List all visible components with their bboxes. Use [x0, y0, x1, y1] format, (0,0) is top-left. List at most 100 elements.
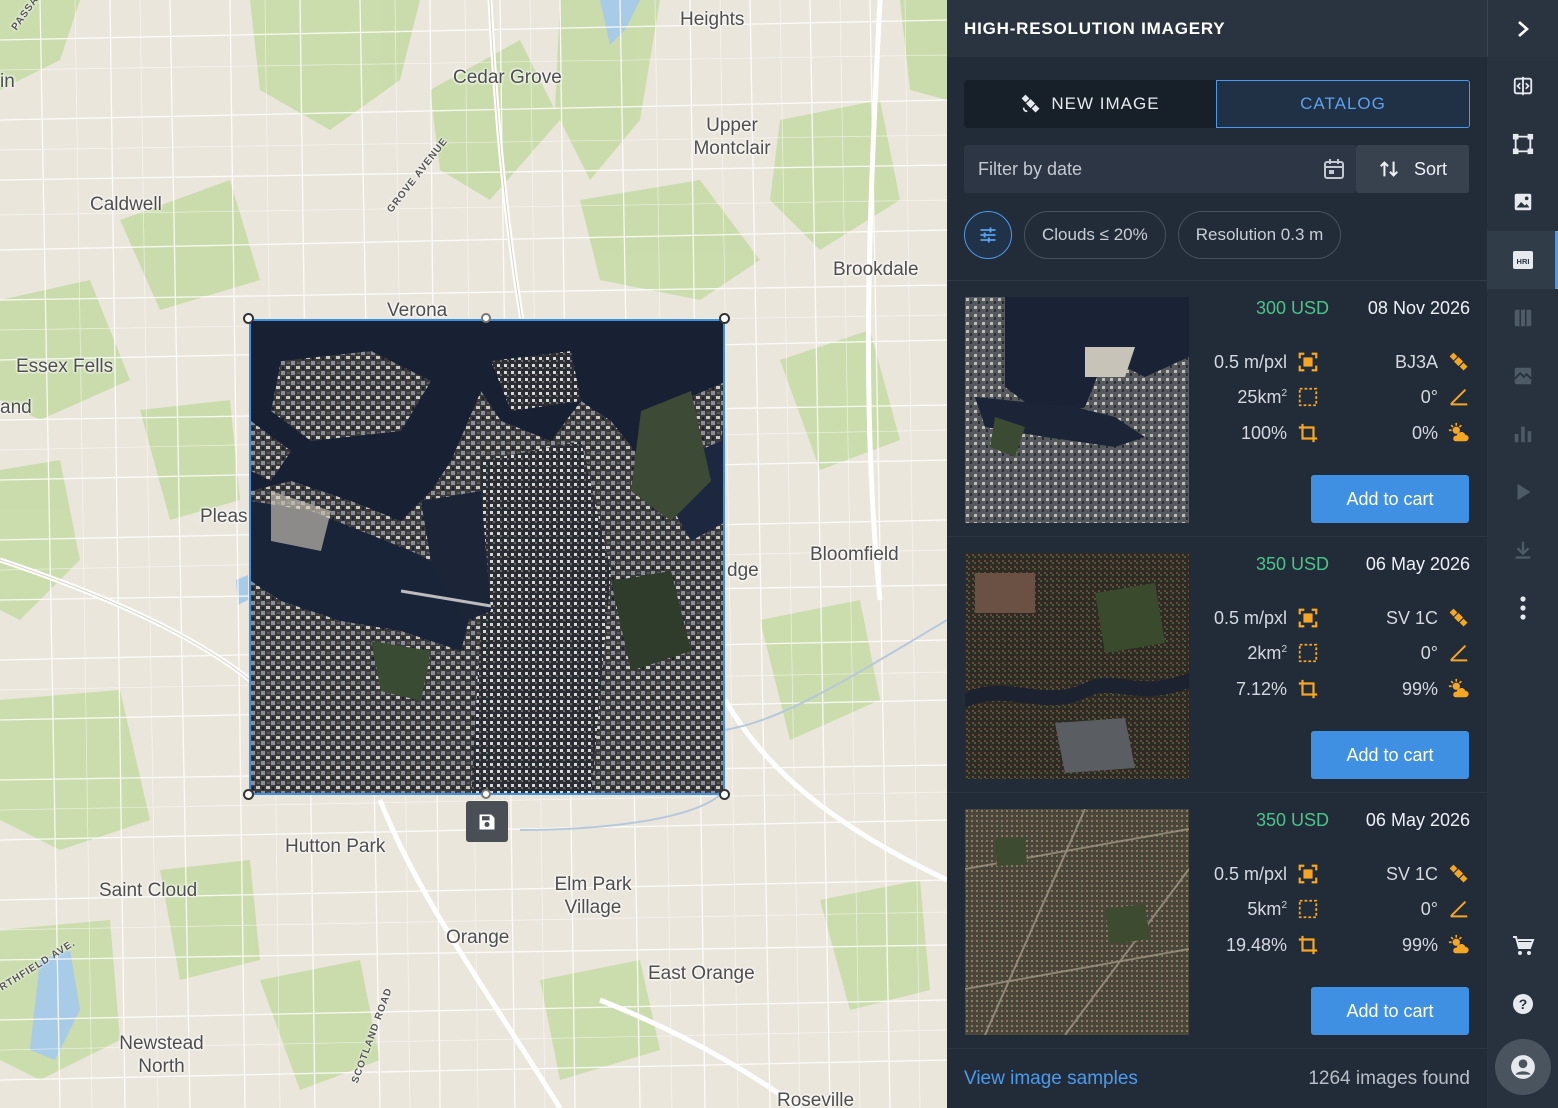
aoi-handle-bottom-right[interactable] [719, 789, 730, 800]
chevron-right-icon [1518, 20, 1529, 37]
thumbnail-image [965, 297, 1189, 523]
right-toolbar: HRI ? [1487, 57, 1558, 1108]
sort-label: Sort [1413, 158, 1447, 179]
filter-by-date-input[interactable]: Filter by date [964, 145, 1356, 193]
resolution-filter-chip[interactable]: Resolution 0.3 m [1177, 211, 1342, 259]
collapse-panel-button[interactable] [1487, 0, 1558, 57]
results-list: 300 USD 08 Nov 2026 0.5 m/pxl BJ3A 25km2… [947, 280, 1487, 1049]
account-icon [1511, 1055, 1535, 1079]
map-layers-tool-button[interactable] [1487, 289, 1558, 347]
polygon-tool-button[interactable] [1487, 115, 1558, 173]
map-label-upper-montclair: Upper Montclair [693, 115, 771, 159]
result-card[interactable]: 300 USD 08 Nov 2026 0.5 m/pxl BJ3A 25km2… [947, 281, 1487, 537]
sliders-icon [980, 227, 996, 243]
angle-value: 0° [1420, 386, 1438, 407]
save-area-button[interactable] [466, 801, 508, 842]
sort-button[interactable]: Sort [1356, 145, 1469, 193]
result-thumbnail[interactable] [965, 809, 1189, 1035]
satellite-image-tool-button[interactable] [1487, 347, 1558, 405]
coverage-value: 7.12% [1235, 678, 1287, 699]
satellite-stat: SV 1C [1386, 863, 1470, 885]
panel-footer: View image samples 1264 images found [947, 1049, 1487, 1108]
satellite-icon [1449, 352, 1468, 371]
more-options-button[interactable] [1487, 579, 1558, 637]
area-icon [1298, 899, 1318, 919]
tab-new-image[interactable]: NEW IMAGE [964, 80, 1216, 128]
result-date: 06 May 2026 [1365, 810, 1470, 830]
angle-value: 0° [1420, 642, 1438, 663]
help-button[interactable]: ? [1487, 975, 1558, 1033]
filter-by-date-placeholder: Filter by date [978, 158, 1083, 179]
imagery-panel: HIGH-RESOLUTION IMAGERY NEW IMAGE CATALO… [947, 0, 1558, 1108]
area-icon [1298, 387, 1318, 407]
resolution-value: 0.5 m/pxl [1213, 863, 1287, 884]
compare-icon [1513, 76, 1532, 96]
calendar-icon[interactable] [1322, 157, 1346, 181]
area-number: 2km [1247, 642, 1282, 663]
angle-icon [1450, 644, 1468, 662]
play-icon [1517, 483, 1530, 501]
play-tool-button[interactable] [1487, 463, 1558, 521]
angle-icon [1450, 388, 1468, 406]
result-thumbnail[interactable] [965, 297, 1189, 523]
view-image-samples-link[interactable]: View image samples [964, 1068, 1138, 1090]
clouds-filter-chip[interactable]: Clouds ≤ 20% [1024, 211, 1166, 259]
sort-icon [1380, 161, 1398, 177]
area-value: 25km2 [1237, 387, 1287, 408]
filter-chips: Clouds ≤ 20% Resolution 0.3 m [964, 211, 1342, 259]
resolution-icon [1298, 608, 1318, 628]
area-stat: 25km2 [1237, 386, 1319, 408]
image-tool-button[interactable] [1487, 173, 1558, 231]
satellite-icon [1449, 608, 1468, 627]
cloud-sun-icon [1448, 422, 1469, 442]
aoi-handle-top-left[interactable] [243, 313, 254, 324]
map-layers-icon [1514, 309, 1531, 327]
map-label-heights: Heights [680, 9, 745, 30]
aoi-handle-bottom-mid[interactable] [481, 789, 491, 799]
satellite-value: SV 1C [1385, 863, 1438, 884]
satellite-value: BJ3A [1394, 351, 1438, 372]
hri-tool-button[interactable]: HRI [1487, 231, 1558, 289]
area-unit-superscript: 2 [1281, 643, 1287, 655]
map-label-essex-fells: Essex Fells [16, 356, 114, 377]
result-card[interactable]: 350 USD 06 May 2026 0.5 m/pxl SV 1C 5km2… [947, 793, 1487, 1049]
download-tool-button[interactable] [1487, 521, 1558, 579]
compare-tool-button[interactable] [1487, 57, 1558, 115]
panel-header: HIGH-RESOLUTION IMAGERY [947, 0, 1558, 57]
area-of-interest-satellite-image[interactable] [249, 319, 725, 795]
clouds-stat: 0% [1412, 422, 1470, 444]
aoi-handle-top-right[interactable] [719, 313, 730, 324]
tab-catalog-label: CATALOG [1300, 94, 1386, 113]
aoi-handle-bottom-left[interactable] [243, 789, 254, 800]
map-label-elm-park-village: Elm Park Village [554, 874, 632, 918]
map-view[interactable]: Heights Cedar Grove Upper Montclair Cald… [0, 0, 947, 1108]
area-stat: 5km2 [1247, 898, 1319, 920]
area-unit-superscript: 2 [1281, 899, 1287, 911]
coverage-stat: 100% [1241, 422, 1319, 444]
angle-stat: 0° [1421, 898, 1470, 920]
area-value: 2km2 [1247, 643, 1287, 664]
hri-badge-text: HRI [1516, 257, 1529, 266]
result-card[interactable]: 350 USD 06 May 2026 0.5 m/pxl SV 1C 2km2… [947, 537, 1487, 793]
account-button[interactable] [1495, 1039, 1551, 1095]
satellite-image-icon [1513, 367, 1532, 385]
result-thumbnail[interactable] [965, 553, 1189, 779]
tab-catalog[interactable]: CATALOG [1216, 80, 1470, 128]
analytics-tool-button[interactable] [1487, 405, 1558, 463]
resolution-stat: 0.5 m/pxl [1214, 351, 1319, 373]
mode-tabs: NEW IMAGE CATALOG [964, 80, 1470, 128]
area-value: 5km2 [1247, 899, 1287, 920]
clouds-value: 99% [1401, 934, 1438, 955]
panel-title: HIGH-RESOLUTION IMAGERY [964, 18, 1226, 38]
filter-settings-chip[interactable] [964, 211, 1012, 259]
add-to-cart-button[interactable]: Add to cart [1311, 987, 1469, 1035]
add-to-cart-button[interactable]: Add to cart [1311, 731, 1469, 779]
crop-icon [1298, 423, 1318, 443]
cart-button[interactable] [1487, 917, 1558, 975]
result-date: 06 May 2026 [1365, 554, 1470, 574]
add-to-cart-button[interactable]: Add to cart [1311, 475, 1469, 523]
aoi-handle-top-mid[interactable] [481, 313, 491, 323]
bar-chart-icon [1514, 426, 1531, 443]
map-label-saint-cloud: Saint Cloud [99, 880, 198, 901]
map-label-east-orange: East Orange [648, 963, 755, 984]
